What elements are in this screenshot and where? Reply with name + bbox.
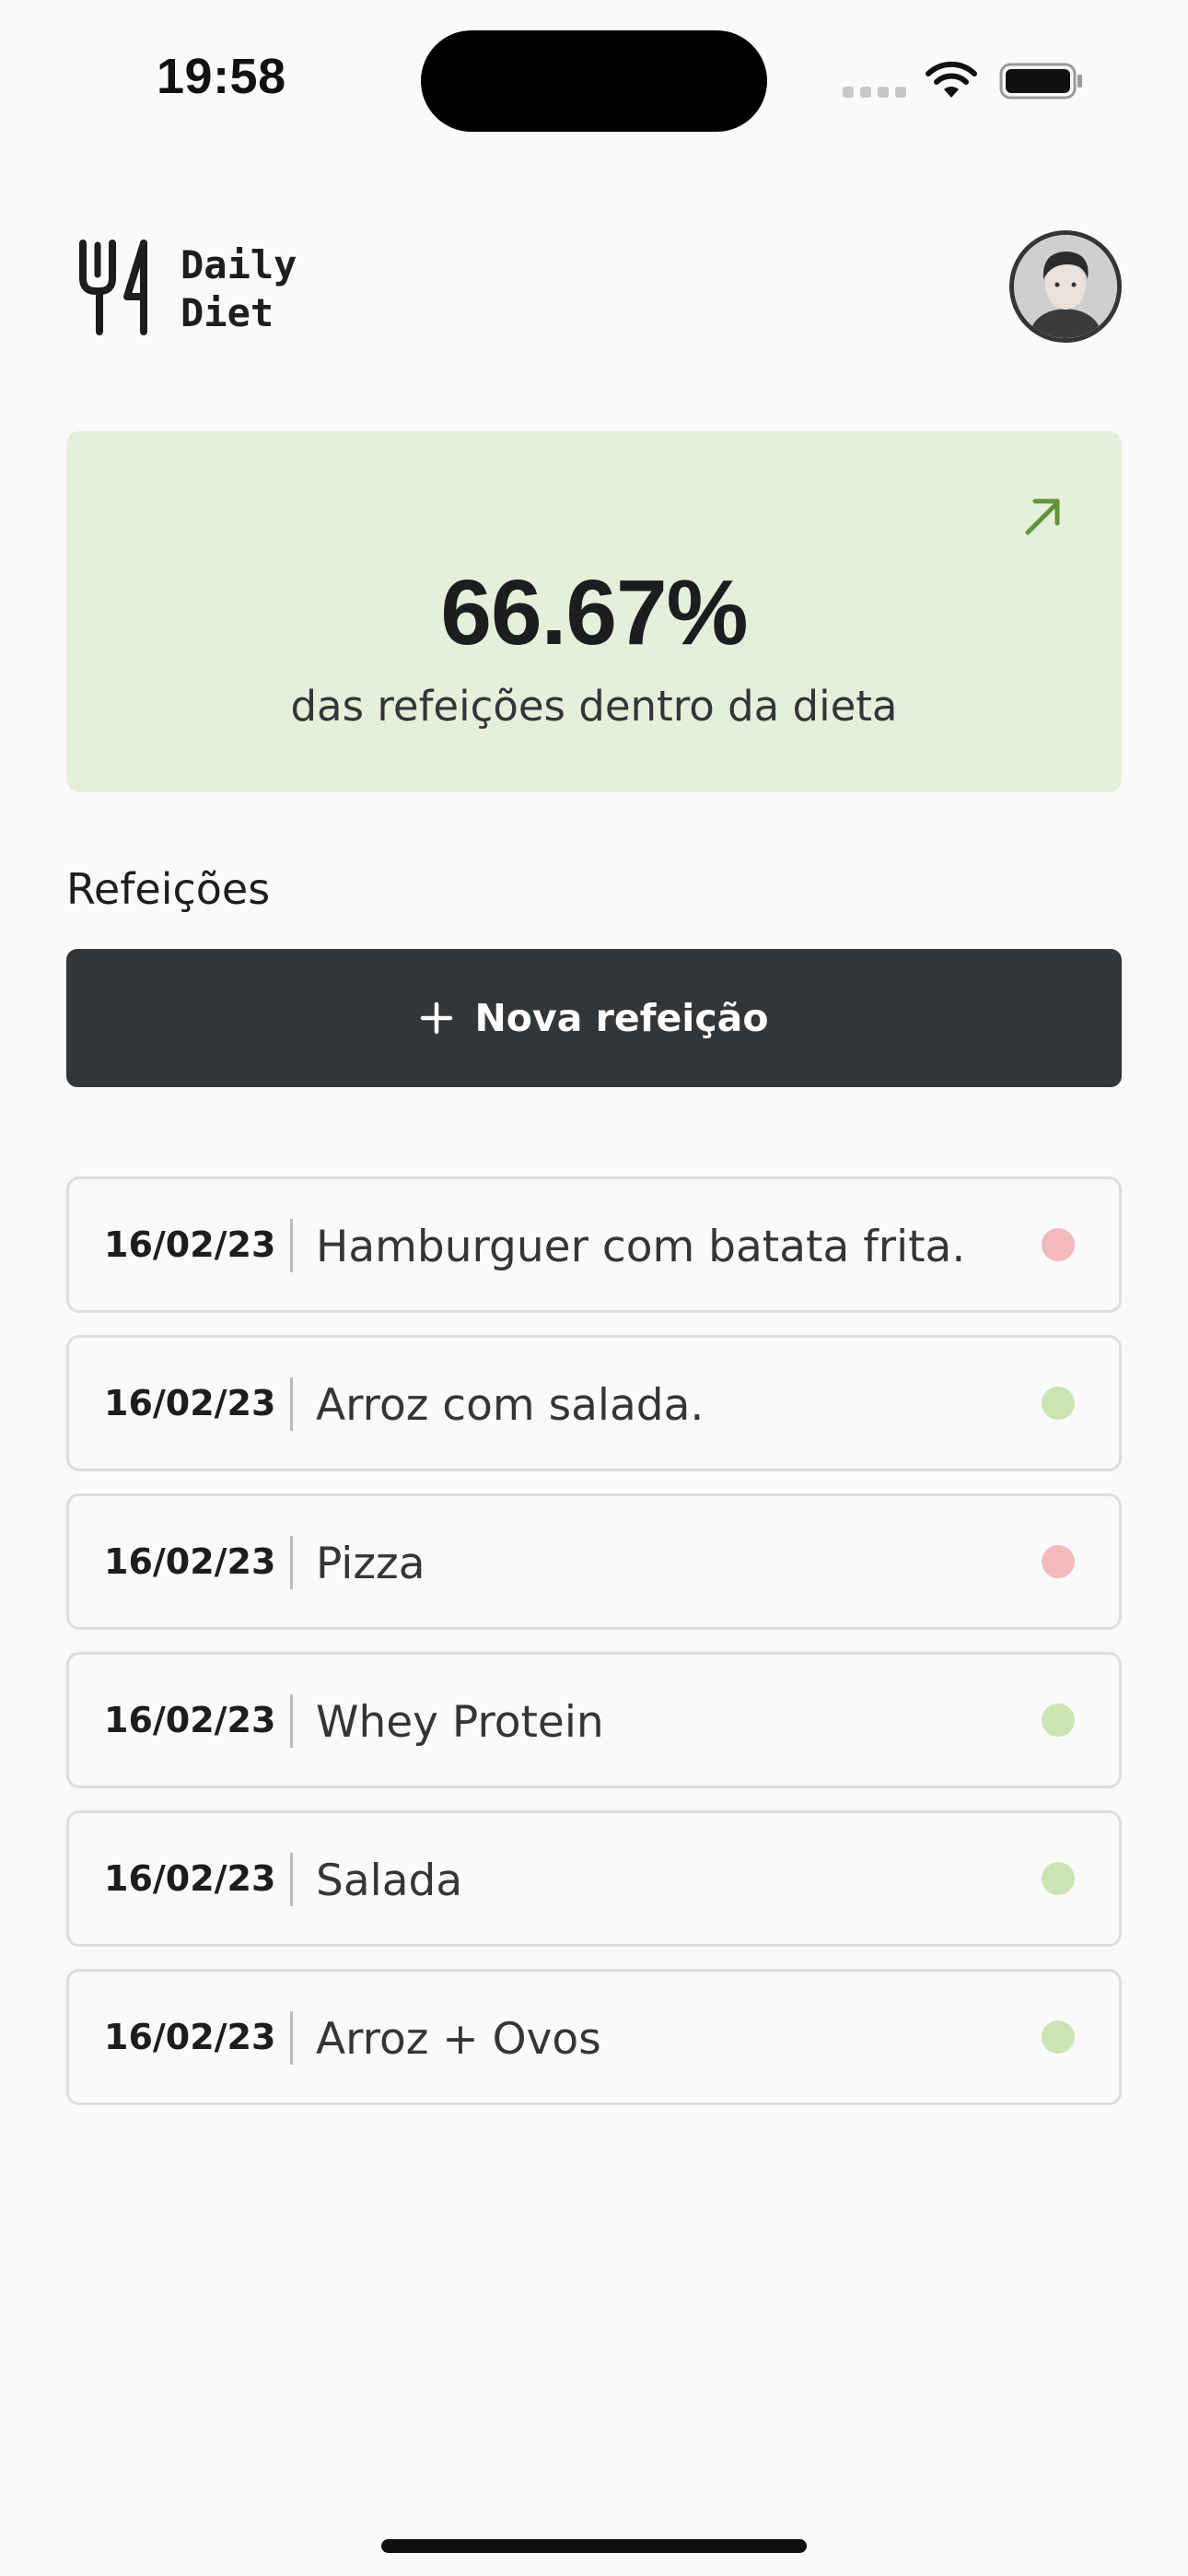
meal-date: 16/02/23 xyxy=(104,1541,276,1582)
arrow-up-right-icon[interactable] xyxy=(1020,494,1065,538)
daily-diet-logo: Daily Diet xyxy=(77,238,298,337)
meal-date: 16/02/23 xyxy=(104,1858,276,1899)
meal-divider xyxy=(290,1377,293,1431)
meal-divider xyxy=(290,2011,293,2065)
meal-list-item[interactable]: 16/02/23 Hamburguer com batata frita. xyxy=(66,1177,1122,1313)
meal-date: 16/02/23 xyxy=(104,2017,276,2057)
meal-name: Pizza xyxy=(316,1539,425,1589)
home-indicator[interactable] xyxy=(381,2539,807,2553)
meal-date: 16/02/23 xyxy=(104,1383,276,1423)
meal-status-dot xyxy=(1042,1545,1075,1578)
new-meal-button[interactable]: Nova refeição xyxy=(66,949,1122,1087)
plus-icon xyxy=(421,1001,453,1035)
meal-status-dot xyxy=(1042,1704,1075,1737)
meal-date: 16/02/23 xyxy=(104,1700,276,1740)
meals-section-title: Refeições xyxy=(66,864,271,914)
diet-percentage-value: 66.67% xyxy=(440,561,748,664)
logo-text-line2: Diet xyxy=(181,290,274,335)
meal-list-item[interactable]: 16/02/23 Arroz + Ovos xyxy=(66,1969,1122,2105)
meal-divider xyxy=(290,1219,293,1272)
dynamic-island xyxy=(421,30,767,132)
meal-name: Hamburguer com batata frita. xyxy=(316,1222,966,1272)
meal-list-item[interactable]: 16/02/23 Pizza xyxy=(66,1493,1122,1630)
meal-date: 16/02/23 xyxy=(104,1224,276,1265)
user-avatar[interactable] xyxy=(1009,230,1122,343)
wifi-icon xyxy=(926,61,977,98)
meal-name: Arroz com salada. xyxy=(316,1380,705,1431)
meal-status-dot xyxy=(1042,1862,1075,1895)
meal-list-item[interactable]: 16/02/23 Salada xyxy=(66,1810,1122,1947)
meal-list: 16/02/23 Hamburguer com batata frita. 16… xyxy=(66,1177,1122,2127)
meal-name: Arroz + Ovos xyxy=(316,2014,601,2065)
diet-percentage-card[interactable]: 66.67% das refeições dentro da dieta xyxy=(66,431,1122,792)
meal-status-dot xyxy=(1042,2020,1075,2054)
app-screen: 19:58 Daily Diet 66.67% das refeições de… xyxy=(0,0,1188,2576)
meal-list-item[interactable]: 16/02/23 Arroz com salada. xyxy=(66,1335,1122,1471)
meal-name: Salada xyxy=(316,1856,463,1906)
meal-divider xyxy=(290,1694,293,1748)
status-time: 19:58 xyxy=(157,49,286,104)
meal-divider xyxy=(290,1536,293,1589)
meal-divider xyxy=(290,1853,293,1906)
meal-status-dot xyxy=(1042,1228,1075,1261)
fork-knife-logo-icon: Daily Diet xyxy=(79,240,297,335)
new-meal-label: Nova refeição xyxy=(474,996,769,1040)
cellular-signal-icon xyxy=(843,87,906,98)
logo-text-line1: Daily xyxy=(181,242,297,287)
status-icons xyxy=(843,57,1082,101)
meal-list-item[interactable]: 16/02/23 Whey Protein xyxy=(66,1652,1122,1788)
diet-percentage-caption: das refeições dentro da dieta xyxy=(290,682,898,731)
battery-icon xyxy=(999,63,1082,100)
meal-name: Whey Protein xyxy=(316,1697,604,1748)
avatar-photo xyxy=(1014,235,1117,338)
meal-status-dot xyxy=(1042,1387,1075,1420)
